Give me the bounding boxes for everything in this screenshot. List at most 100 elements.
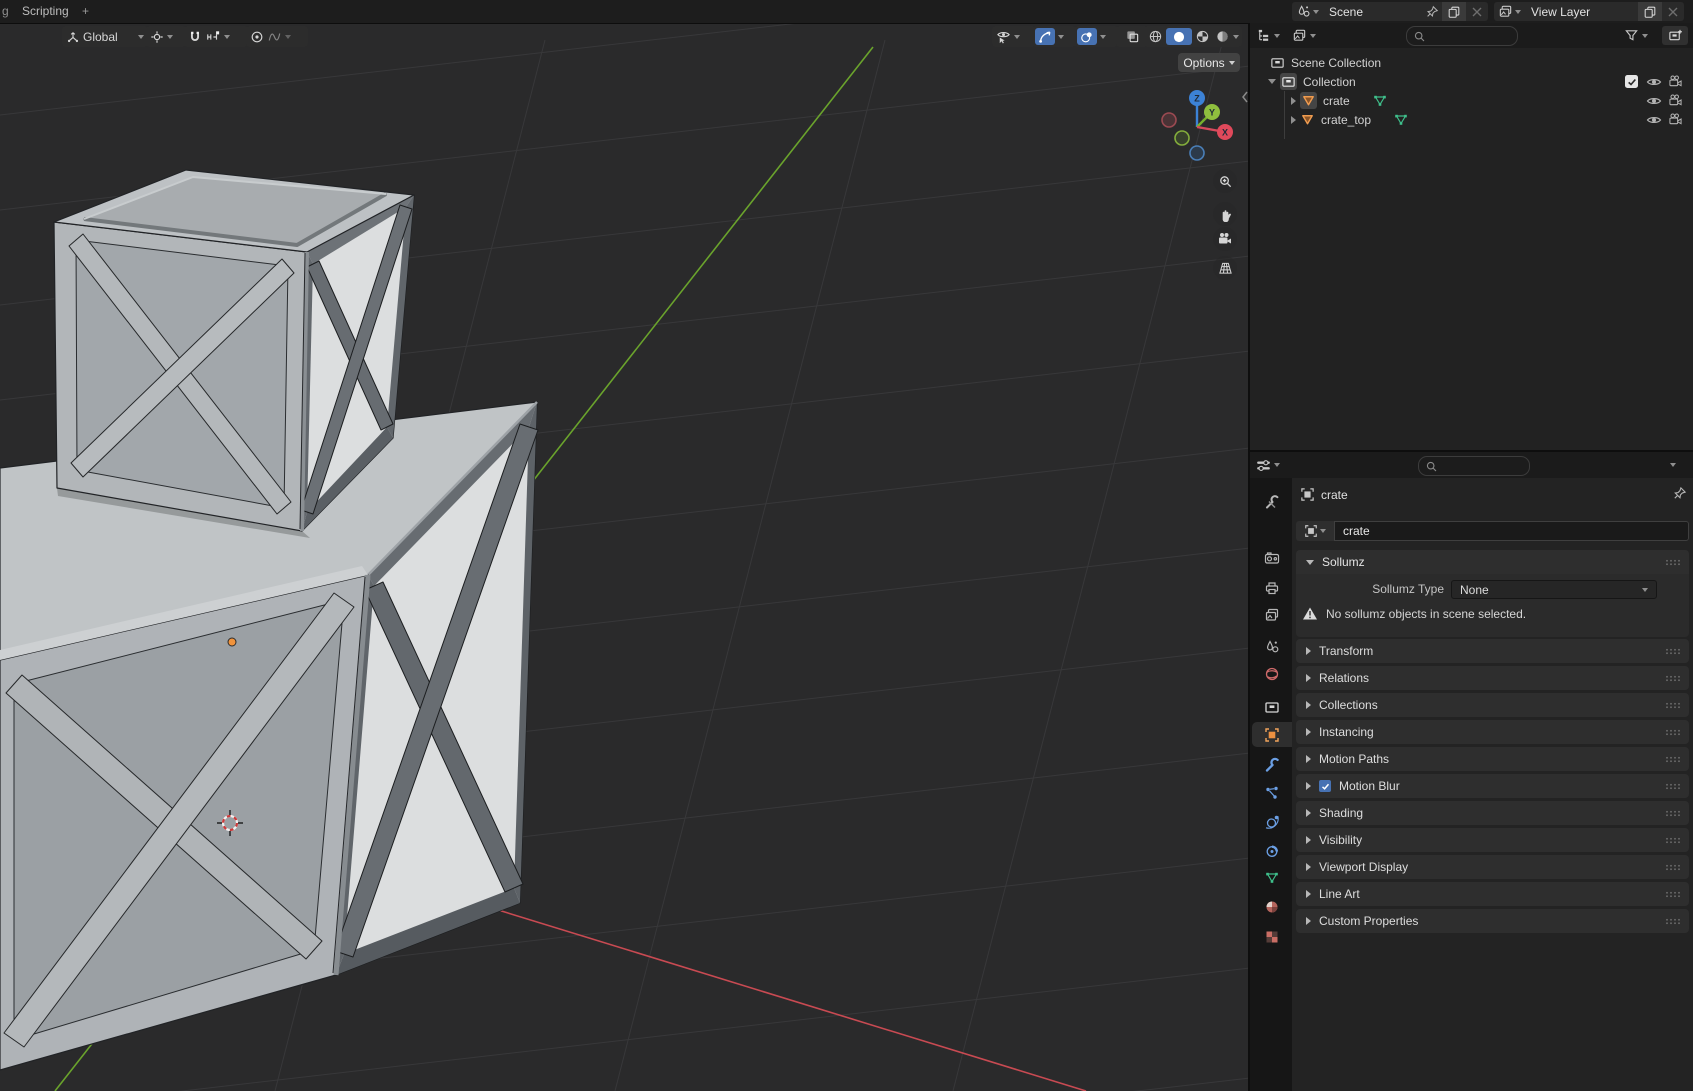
workspace-tab-scripting[interactable]: Scripting [22,4,69,18]
viewport-3d[interactable] [0,23,1250,1091]
show-gizmos-toggle[interactable] [1035,28,1055,45]
shading-rendered-button[interactable] [1213,29,1232,44]
proportional-editing-toggle[interactable] [250,30,264,44]
panel-grip[interactable] [1665,810,1681,817]
tab-output[interactable] [1254,575,1290,600]
motion-blur-checkbox[interactable] [1319,780,1331,792]
properties-search-input[interactable] [1418,456,1530,476]
disable-in-renders-toggle[interactable] [1668,94,1683,107]
panel-grip[interactable] [1665,702,1681,709]
toggle-perspective-button[interactable] [1213,256,1237,280]
transform-orientation-dropdown[interactable]: Global [62,26,148,47]
panel-grip[interactable] [1665,783,1681,790]
tab-tool[interactable] [1254,489,1290,514]
show-overlays-toggle[interactable] [1077,28,1097,45]
show-object-types-dropdown[interactable] [992,26,1036,47]
new-collection-button[interactable] [1662,26,1688,45]
outliner-display-mode-button[interactable] [1292,26,1316,45]
panel-grip[interactable] [1665,891,1681,898]
snap-target-dropdown[interactable] [146,26,186,47]
new-view-layer-button[interactable] [1638,2,1662,21]
gizmo-minus-y-axis[interactable] [1175,131,1189,145]
expand-icon[interactable] [1291,97,1296,105]
tab-constraints[interactable] [1254,838,1290,863]
panel-transform[interactable]: Transform [1296,639,1689,663]
sollumz-panel-header[interactable]: Sollumz [1296,550,1689,574]
tab-object-data[interactable] [1254,865,1290,890]
outliner-row-crate-top[interactable]: crate_top [1250,110,1693,129]
panel-grip[interactable] [1665,918,1681,925]
object-name-input[interactable]: crate [1334,521,1689,541]
tab-modifiers[interactable] [1254,752,1290,777]
shading-material-button[interactable] [1193,29,1212,44]
snap-with-dropdown[interactable] [205,30,230,44]
hide-in-viewport-toggle[interactable] [1646,75,1662,89]
navigation-gizmo[interactable]: Z Y X [1150,75,1250,175]
hide-in-viewport-toggle[interactable] [1646,113,1662,127]
workspace-tab-fragment[interactable]: g [2,4,9,18]
shading-wireframe-button[interactable] [1146,29,1165,44]
view-layer-name[interactable]: View Layer [1525,5,1638,19]
disable-in-renders-toggle[interactable] [1668,113,1683,126]
properties-options-chevron[interactable] [1670,463,1676,467]
tab-object-active[interactable] [1252,722,1292,747]
sollumz-type-dropdown[interactable]: None [1451,580,1657,599]
panel-grip[interactable] [1665,756,1681,763]
panel-visibility[interactable]: Visibility [1296,828,1689,852]
falloff-dropdown[interactable] [267,30,291,44]
camera-view-button[interactable] [1213,227,1237,251]
panel-shading[interactable]: Shading [1296,801,1689,825]
object-id-browse-button[interactable] [1296,521,1334,541]
view-layer-browse-button[interactable] [1494,2,1525,21]
panel-grip[interactable] [1665,559,1681,566]
scene-browse-button[interactable] [1292,2,1323,21]
disable-in-renders-toggle[interactable] [1668,75,1683,88]
tab-physics[interactable] [1254,809,1290,834]
expand-icon[interactable] [1268,79,1276,84]
panel-grip[interactable] [1665,648,1681,655]
options-button[interactable]: Options [1178,53,1240,72]
snap-toggle-button[interactable] [188,30,202,44]
expand-icon[interactable] [1291,116,1296,124]
scene-name[interactable]: Scene [1323,5,1422,19]
delete-scene-button[interactable] [1466,2,1488,21]
hide-in-viewport-toggle[interactable] [1646,94,1662,108]
panel-grip[interactable] [1665,864,1681,871]
gizmo-minus-z-axis[interactable] [1190,146,1204,160]
collection-exclude-checkbox[interactable] [1625,75,1638,88]
outliner-row-collection[interactable]: Collection [1250,72,1693,91]
outliner-editor-type-button[interactable] [1256,26,1280,45]
tab-collection[interactable] [1254,694,1290,719]
tab-view-layer[interactable] [1254,602,1290,627]
panel-custom-properties[interactable]: Custom Properties [1296,909,1689,933]
pin-scene-button[interactable] [1422,2,1442,21]
outliner-filter-button[interactable] [1624,26,1648,45]
outliner-row-scene-collection[interactable]: Scene Collection [1250,53,1693,72]
new-scene-button[interactable] [1442,2,1466,21]
gizmo-minus-x-axis[interactable] [1162,113,1176,127]
panel-grip[interactable] [1665,837,1681,844]
pin-id-button[interactable] [1672,486,1687,501]
tab-material[interactable] [1254,894,1290,919]
panel-motion-paths[interactable]: Motion Paths [1296,747,1689,771]
panel-viewport-display[interactable]: Viewport Display [1296,855,1689,879]
tab-scene[interactable] [1254,634,1290,659]
panel-relations[interactable]: Relations [1296,666,1689,690]
add-workspace-button[interactable]: + [82,4,89,18]
tab-render[interactable] [1254,545,1290,570]
tab-world[interactable] [1254,661,1290,686]
panel-grip[interactable] [1665,729,1681,736]
tab-texture[interactable] [1254,924,1290,949]
panel-grip[interactable] [1665,675,1681,682]
zoom-view-button[interactable] [1213,169,1237,193]
pan-view-button[interactable] [1213,202,1237,226]
remove-view-layer-button[interactable] [1662,2,1684,21]
outliner-search-input[interactable] [1406,26,1518,46]
panel-collections[interactable]: Collections [1296,693,1689,717]
properties-editor-type-button[interactable] [1256,456,1280,474]
tab-particles[interactable] [1254,780,1290,805]
panel-line-art[interactable]: Line Art [1296,882,1689,906]
shading-solid-button[interactable] [1166,28,1192,45]
outliner-row-crate[interactable]: crate [1250,91,1693,110]
panel-instancing[interactable]: Instancing [1296,720,1689,744]
